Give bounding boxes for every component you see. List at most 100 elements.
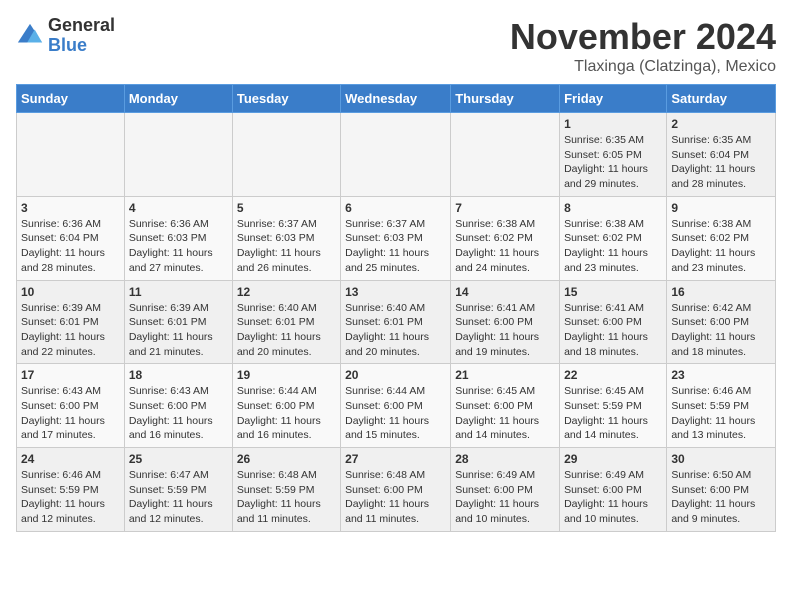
calendar-cell (232, 113, 340, 197)
day-number: 11 (129, 285, 228, 299)
day-number: 25 (129, 452, 228, 466)
calendar-cell (17, 113, 125, 197)
day-number: 27 (345, 452, 446, 466)
day-info: Sunrise: 6:44 AM Sunset: 6:00 PM Dayligh… (345, 384, 446, 443)
day-info: Sunrise: 6:35 AM Sunset: 6:05 PM Dayligh… (564, 133, 662, 192)
calendar-week-row: 10 Sunrise: 6:39 AM Sunset: 6:01 PM Dayli… (17, 280, 776, 364)
day-info: Sunrise: 6:49 AM Sunset: 6:00 PM Dayligh… (455, 468, 555, 527)
day-number: 23 (671, 368, 771, 382)
day-number: 30 (671, 452, 771, 466)
page-header: General Blue November 2024 Tlaxinga (Cla… (16, 16, 776, 76)
calendar-cell: 13 Sunrise: 6:40 AM Sunset: 6:01 PM Dayli… (341, 280, 451, 364)
logo: General Blue (16, 16, 115, 56)
calendar-cell: 27 Sunrise: 6:48 AM Sunset: 6:00 PM Dayli… (341, 448, 451, 532)
calendar-cell: 19Sunrise: 6:44 AM Sunset: 6:00 PM Dayli… (232, 364, 340, 448)
weekday-header: Tuesday (232, 85, 340, 113)
weekday-header: Thursday (451, 85, 560, 113)
calendar-cell: 2 Sunrise: 6:35 AM Sunset: 6:04 PM Daylig… (667, 113, 776, 197)
logo-line1: General (48, 16, 115, 36)
day-number: 12 (237, 285, 336, 299)
title-block: November 2024 Tlaxinga (Clatzinga), Mexi… (510, 16, 776, 76)
calendar-cell: 14 Sunrise: 6:41 AM Sunset: 6:00 PM Dayli… (451, 280, 560, 364)
day-info: Sunrise: 6:48 AM Sunset: 6:00 PM Dayligh… (345, 468, 446, 527)
calendar-cell: 21Sunrise: 6:45 AM Sunset: 6:00 PM Dayli… (451, 364, 560, 448)
day-info: Sunrise: 6:42 AM Sunset: 6:00 PM Dayligh… (671, 301, 771, 360)
day-number: 7 (455, 201, 555, 215)
calendar-cell: 24Sunrise: 6:46 AM Sunset: 5:59 PM Dayli… (17, 448, 125, 532)
day-number: 29 (564, 452, 662, 466)
location-title: Tlaxinga (Clatzinga), Mexico (510, 58, 776, 76)
day-info: Sunrise: 6:44 AM Sunset: 6:00 PM Dayligh… (237, 384, 336, 443)
weekday-header: Wednesday (341, 85, 451, 113)
day-info: Sunrise: 6:41 AM Sunset: 6:00 PM Dayligh… (455, 301, 555, 360)
day-number: 22 (564, 368, 662, 382)
day-info: Sunrise: 6:43 AM Sunset: 6:00 PM Dayligh… (129, 384, 228, 443)
calendar-cell: 12 Sunrise: 6:40 AM Sunset: 6:01 PM Dayli… (232, 280, 340, 364)
day-number: 28 (455, 452, 555, 466)
calendar-week-row: 17 Sunrise: 6:43 AM Sunset: 6:00 PM Dayli… (17, 364, 776, 448)
calendar-cell (124, 113, 232, 197)
calendar-table: SundayMondayTuesdayWednesdayThursdayFrid… (16, 84, 776, 532)
day-info: Sunrise: 6:43 AM Sunset: 6:00 PM Dayligh… (21, 384, 120, 443)
calendar-cell: 4 Sunrise: 6:36 AM Sunset: 6:03 PM Daylig… (124, 196, 232, 280)
logo-line2: Blue (48, 36, 115, 56)
day-number: 3 (21, 201, 120, 215)
day-info: Sunrise: 6:46 AM Sunset: 5:59 PM Dayligh… (671, 384, 771, 443)
logo-text: General Blue (48, 16, 115, 56)
calendar-cell: 20 Sunrise: 6:44 AM Sunset: 6:00 PM Dayli… (341, 364, 451, 448)
weekday-header: Friday (560, 85, 667, 113)
calendar-cell: 9Sunrise: 6:38 AM Sunset: 6:02 PM Daylig… (667, 196, 776, 280)
day-info: Sunrise: 6:40 AM Sunset: 6:01 PM Dayligh… (345, 301, 446, 360)
calendar-cell: 5 Sunrise: 6:37 AM Sunset: 6:03 PM Daylig… (232, 196, 340, 280)
day-info: Sunrise: 6:37 AM Sunset: 6:03 PM Dayligh… (345, 217, 446, 276)
day-info: Sunrise: 6:36 AM Sunset: 6:04 PM Dayligh… (21, 217, 120, 276)
calendar-cell: 23 Sunrise: 6:46 AM Sunset: 5:59 PM Dayli… (667, 364, 776, 448)
calendar-cell: 17 Sunrise: 6:43 AM Sunset: 6:00 PM Dayli… (17, 364, 125, 448)
calendar-cell: 1 Sunrise: 6:35 AM Sunset: 6:05 PM Daylig… (560, 113, 667, 197)
weekday-header: Monday (124, 85, 232, 113)
day-number: 8 (564, 201, 662, 215)
weekday-header: Sunday (17, 85, 125, 113)
day-number: 1 (564, 117, 662, 131)
day-number: 20 (345, 368, 446, 382)
day-number: 6 (345, 201, 446, 215)
calendar-cell: 8 Sunrise: 6:38 AM Sunset: 6:02 PM Daylig… (560, 196, 667, 280)
day-info: Sunrise: 6:49 AM Sunset: 6:00 PM Dayligh… (564, 468, 662, 527)
day-number: 5 (237, 201, 336, 215)
calendar-cell: 15 Sunrise: 6:41 AM Sunset: 6:00 PM Dayli… (560, 280, 667, 364)
calendar-cell: 26Sunrise: 6:48 AM Sunset: 5:59 PM Dayli… (232, 448, 340, 532)
day-info: Sunrise: 6:38 AM Sunset: 6:02 PM Dayligh… (455, 217, 555, 276)
day-info: Sunrise: 6:35 AM Sunset: 6:04 PM Dayligh… (671, 133, 771, 192)
day-number: 16 (671, 285, 771, 299)
day-info: Sunrise: 6:37 AM Sunset: 6:03 PM Dayligh… (237, 217, 336, 276)
day-info: Sunrise: 6:36 AM Sunset: 6:03 PM Dayligh… (129, 217, 228, 276)
day-number: 13 (345, 285, 446, 299)
day-number: 15 (564, 285, 662, 299)
calendar-cell (341, 113, 451, 197)
day-info: Sunrise: 6:46 AM Sunset: 5:59 PM Dayligh… (21, 468, 120, 527)
day-number: 14 (455, 285, 555, 299)
day-number: 10 (21, 285, 120, 299)
calendar-week-row: 24Sunrise: 6:46 AM Sunset: 5:59 PM Dayli… (17, 448, 776, 532)
day-number: 4 (129, 201, 228, 215)
calendar-cell: 16 Sunrise: 6:42 AM Sunset: 6:00 PM Dayli… (667, 280, 776, 364)
calendar-cell: 28 Sunrise: 6:49 AM Sunset: 6:00 PM Dayli… (451, 448, 560, 532)
calendar-cell: 30Sunrise: 6:50 AM Sunset: 6:00 PM Dayli… (667, 448, 776, 532)
calendar-cell: 11Sunrise: 6:39 AM Sunset: 6:01 PM Dayli… (124, 280, 232, 364)
day-info: Sunrise: 6:41 AM Sunset: 6:00 PM Dayligh… (564, 301, 662, 360)
calendar-cell: 10 Sunrise: 6:39 AM Sunset: 6:01 PM Dayli… (17, 280, 125, 364)
day-number: 18 (129, 368, 228, 382)
month-title: November 2024 (510, 16, 776, 58)
calendar-cell: 25Sunrise: 6:47 AM Sunset: 5:59 PM Dayli… (124, 448, 232, 532)
weekday-header: Saturday (667, 85, 776, 113)
day-info: Sunrise: 6:38 AM Sunset: 6:02 PM Dayligh… (564, 217, 662, 276)
calendar-cell: 18 Sunrise: 6:43 AM Sunset: 6:00 PM Dayli… (124, 364, 232, 448)
day-info: Sunrise: 6:40 AM Sunset: 6:01 PM Dayligh… (237, 301, 336, 360)
logo-icon (16, 22, 44, 50)
calendar-week-row: 1 Sunrise: 6:35 AM Sunset: 6:05 PM Daylig… (17, 113, 776, 197)
day-number: 17 (21, 368, 120, 382)
day-number: 2 (671, 117, 771, 131)
calendar-week-row: 3 Sunrise: 6:36 AM Sunset: 6:04 PM Daylig… (17, 196, 776, 280)
day-info: Sunrise: 6:39 AM Sunset: 6:01 PM Dayligh… (21, 301, 120, 360)
day-number: 9 (671, 201, 771, 215)
